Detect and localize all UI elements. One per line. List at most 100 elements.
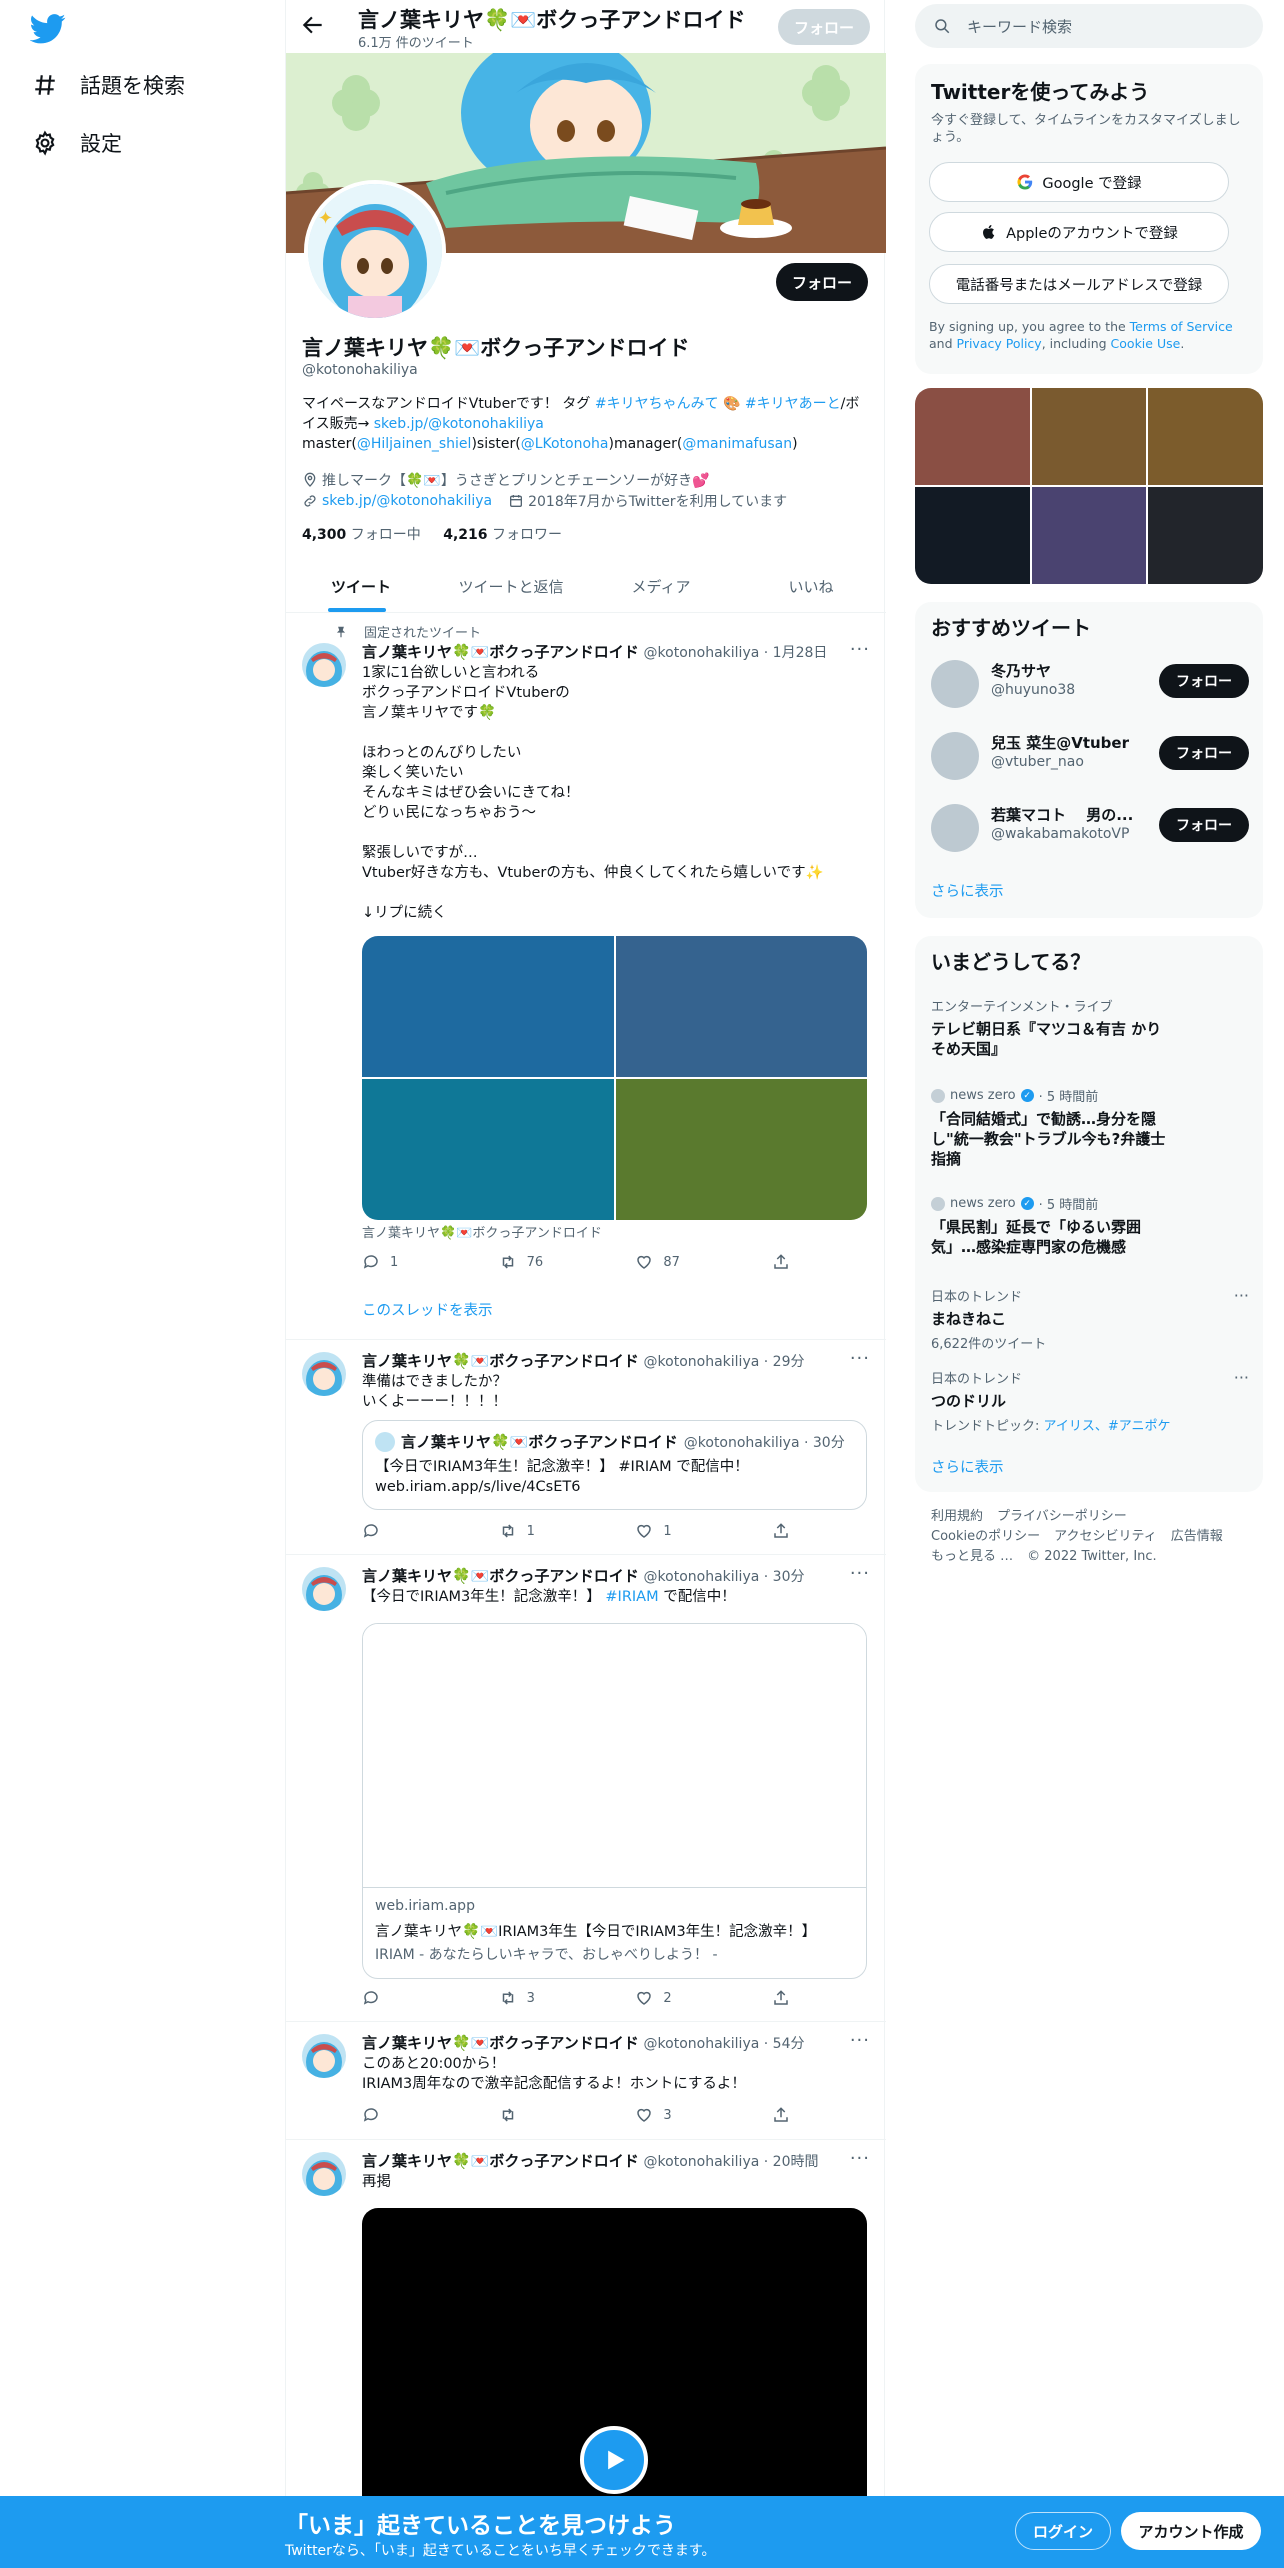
more-options-icon[interactable]: ··· [850, 1563, 870, 1584]
footer-link-ads[interactable]: 広告情報 [1171, 1529, 1223, 1544]
quoted-tweet[interactable]: 言ノ葉キリヤ🍀💌ボクっ子アンドロイド @kotonohakiliya · 30分… [362, 1420, 867, 1510]
search-box[interactable]: キーワード検索 [915, 4, 1263, 48]
show-more-trends-link[interactable]: さらに表示 [931, 1456, 1004, 1477]
cookie-use-link[interactable]: Cookie Use [1111, 336, 1181, 351]
follow-user-button[interactable]: フォロー [1159, 736, 1249, 770]
tweet-avatar[interactable] [302, 2152, 346, 2196]
footer-link-cookie[interactable]: Cookieのポリシー [931, 1529, 1040, 1544]
trend-item[interactable]: 日本のトレンド つのドリル トレンドトピック: アイリス、#アニポケ ··· [931, 1368, 1249, 1434]
login-button[interactable]: ログイン [1015, 2512, 1111, 2550]
following-link[interactable]: 4,300 フォロー中 [302, 527, 421, 543]
more-options-icon[interactable]: ··· [850, 1348, 870, 1369]
twitter-logo-icon[interactable] [30, 14, 66, 44]
reply-button[interactable]: 1 [362, 1253, 462, 1271]
more-options-icon[interactable]: ··· [850, 639, 870, 660]
more-options-icon[interactable]: ··· [1234, 1286, 1249, 1305]
media-image[interactable] [362, 1079, 614, 1220]
link-card[interactable]: web.iriam.app 言ノ葉キリヤ🍀💌IRIAM3年生【今日でIRIAM3… [362, 1623, 867, 1979]
trend-item[interactable]: news zero ✓ · 5 時間前 「合同結婚式」で勧誘…身分を隠し"統一教会"… [931, 1086, 1249, 1169]
hashtag-link[interactable]: #IRIAM [605, 1589, 658, 1605]
signup-button[interactable]: アカウント作成 [1121, 2512, 1261, 2550]
reply-button[interactable] [362, 2106, 462, 2124]
tab-likes[interactable]: いいね [736, 560, 886, 612]
privacy-policy-link[interactable]: Privacy Policy [957, 336, 1042, 351]
media-image[interactable] [615, 1079, 867, 1220]
profile-website-link[interactable]: skeb.jp/@kotonohakiliya [322, 493, 492, 509]
recommended-user[interactable]: 冬乃サヤ @huyuno38 フォロー [931, 652, 1249, 712]
tab-tweets-replies[interactable]: ツイートと返信 [436, 560, 586, 612]
follow-button[interactable]: フォロー [776, 263, 868, 301]
show-thread-link[interactable]: このスレッドを表示 [362, 1299, 493, 1320]
retweet-button[interactable] [499, 2106, 599, 2124]
trend-item[interactable]: 日本のトレンド まねきねこ 6,622件のツイート ··· [931, 1286, 1249, 1352]
retweet-button[interactable]: 1 [499, 1522, 599, 1540]
tweet-author-name[interactable]: 言ノ葉キリヤ🍀💌ボクっ子アンドロイド [362, 643, 639, 661]
share-button[interactable] [772, 1253, 792, 1271]
like-button[interactable]: 1 [635, 1522, 735, 1540]
tweet-item[interactable]: 言ノ葉キリヤ🍀💌ボクっ子アンドロイド @kotonohakiliya · 30分… [286, 1555, 886, 2022]
bio-hashtag-link[interactable]: #キリヤちゃんみて [595, 396, 719, 412]
follow-user-button[interactable]: フォロー [1159, 808, 1249, 842]
google-signup-button[interactable]: Google で登録 [929, 162, 1229, 202]
like-button[interactable]: 3 [635, 2106, 735, 2124]
footer-link-privacy[interactable]: プライバシーポリシー [997, 1509, 1127, 1524]
tweet-author-name[interactable]: 言ノ葉キリヤ🍀💌ボクっ子アンドロイド [362, 1567, 639, 1585]
recommended-user[interactable]: 若葉マコト 男の... @wakabamakotoVP フォロー [931, 796, 1249, 856]
retweet-button[interactable]: 3 [499, 1989, 599, 2007]
media-image[interactable] [615, 936, 867, 1077]
bio-mention-link[interactable]: @LKotonoha [521, 436, 609, 452]
profile-avatar[interactable]: ✦ [304, 180, 446, 322]
tweet-item[interactable]: 固定されたツイート 言ノ葉キリヤ🍀💌ボクっ子アンドロイド @kotonohaki… [286, 613, 886, 1340]
tweet-author-name[interactable]: 言ノ葉キリヤ🍀💌ボクっ子アンドロイド [362, 2152, 639, 2170]
tweet-item[interactable]: 言ノ葉キリヤ🍀💌ボクっ子アンドロイド @kotonohakiliya · 54分… [286, 2022, 886, 2140]
photo-thumb[interactable] [1031, 388, 1147, 485]
back-arrow-icon[interactable] [300, 12, 326, 38]
share-button[interactable] [772, 1989, 792, 2007]
photo-thumb[interactable] [915, 388, 1030, 485]
sidebar-item-settings[interactable]: 設定 [32, 128, 122, 158]
photo-thumb[interactable] [1148, 487, 1263, 584]
follow-user-button[interactable]: フォロー [1159, 664, 1249, 698]
retweet-button[interactable]: 76 [499, 1253, 599, 1271]
tweet-author-name[interactable]: 言ノ葉キリヤ🍀💌ボクっ子アンドロイド [362, 2034, 639, 2052]
followers-link[interactable]: 4,216 フォロワー [443, 527, 562, 543]
bio-hashtag-link[interactable]: #キリヤあーと [745, 396, 841, 412]
more-options-icon[interactable]: ··· [850, 2148, 870, 2169]
phone-email-signup-button[interactable]: 電話番号またはメールアドレスで登録 [929, 264, 1229, 304]
header-follow-button[interactable]: フォロー [778, 9, 870, 45]
photo-thumb[interactable] [1148, 388, 1263, 485]
share-button[interactable] [772, 2106, 792, 2124]
recommended-user[interactable]: 兒玉 菜生@Vtuber @vtuber_nao フォロー [931, 724, 1249, 784]
show-more-recommended-link[interactable]: さらに表示 [931, 880, 1004, 901]
reply-button[interactable] [362, 1522, 462, 1540]
more-options-icon[interactable]: ··· [850, 2030, 870, 2051]
apple-signup-button[interactable]: Appleのアカウントで登録 [929, 212, 1229, 252]
like-button[interactable]: 87 [635, 1253, 735, 1271]
bio-url-link[interactable]: skeb.jp/@kotonohakiliya [374, 416, 544, 432]
bio-mention-link[interactable]: @Hiljainen_shiel [357, 436, 472, 452]
bio-mention-link[interactable]: @manimafusan [682, 436, 792, 452]
photo-thumb[interactable] [1031, 487, 1147, 584]
trend-item[interactable]: news zero ✓ · 5 時間前 「県民割」延長で「ゆるい雰囲気」…感染症専門… [931, 1194, 1249, 1257]
tab-tweets[interactable]: ツイート [286, 560, 436, 612]
tweet-avatar[interactable] [302, 1567, 346, 1611]
tweet-avatar[interactable] [302, 2034, 346, 2078]
photo-thumb[interactable] [915, 487, 1030, 584]
like-button[interactable]: 2 [635, 1989, 735, 2007]
footer-link-more[interactable]: もっと見る … [931, 1549, 1013, 1564]
trend-item[interactable]: エンターテインメント・ライブ テレビ朝日系『マツコ＆有吉 かりそめ天国』 [931, 996, 1249, 1059]
tweet-avatar[interactable] [302, 1352, 346, 1396]
terms-of-service-link[interactable]: Terms of Service [1130, 319, 1233, 334]
media-image[interactable] [362, 936, 614, 1077]
tweet-item[interactable]: 言ノ葉キリヤ🍀💌ボクっ子アンドロイド @kotonohakiliya · 29分… [286, 1340, 886, 1555]
tab-media[interactable]: メディア [586, 560, 736, 612]
sidebar-item-explore[interactable]: 話題を検索 [32, 70, 185, 100]
play-button[interactable] [580, 2426, 648, 2494]
more-options-icon[interactable]: ··· [1234, 1368, 1249, 1387]
tweet-avatar[interactable] [302, 643, 346, 687]
footer-link-accessibility[interactable]: アクセシビリティ [1054, 1529, 1157, 1544]
tweet-author-name[interactable]: 言ノ葉キリヤ🍀💌ボクっ子アンドロイド [362, 1352, 639, 1370]
search-input[interactable]: キーワード検索 [967, 16, 1072, 37]
topic-links[interactable]: アイリス、#アニポケ [1044, 1419, 1171, 1434]
footer-link-terms[interactable]: 利用規約 [931, 1509, 983, 1524]
